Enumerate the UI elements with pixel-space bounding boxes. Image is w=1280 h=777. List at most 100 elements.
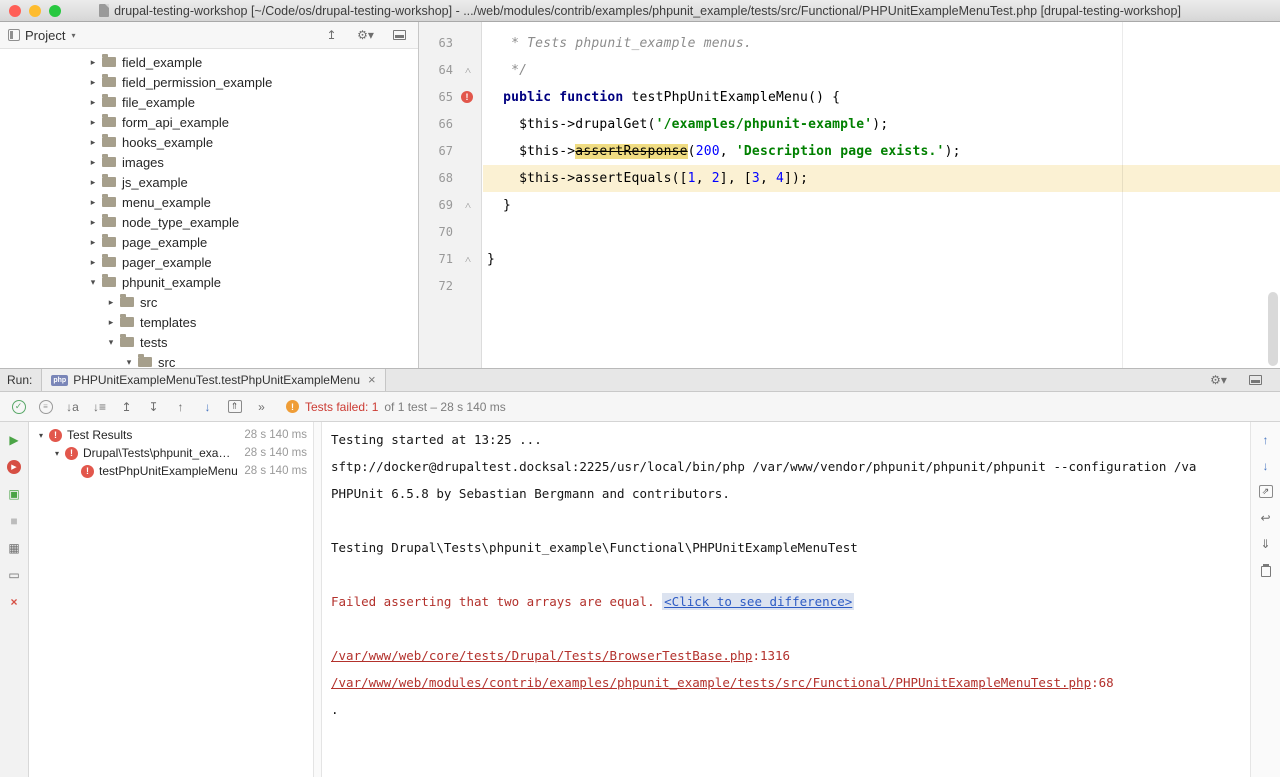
project-item-node-type-example[interactable]: ▸node_type_example: [0, 212, 418, 232]
editor-line-64[interactable]: 64˄ */: [419, 57, 1280, 84]
chevron-expanded-icon[interactable]: ▾: [86, 277, 100, 288]
editor-scrollbar-thumb[interactable]: [1268, 292, 1278, 366]
next-failed-test-button[interactable]: ↓: [197, 397, 218, 417]
folder-icon: [102, 57, 116, 67]
jump-to-source-button[interactable]: ⇗: [1257, 483, 1274, 500]
soft-wrap-button[interactable]: ↩: [1257, 509, 1274, 526]
editor-line-70[interactable]: 70: [419, 219, 1280, 246]
editor-line-65[interactable]: 65! public function testPhpUnitExampleMe…: [419, 84, 1280, 111]
test-node-drupal-tests-phpunit-example-functional-phpunitexamplemenutest[interactable]: ▾!Drupal\Tests\phpunit_example\Functiona…: [29, 444, 313, 462]
previous-failed-test-button[interactable]: ↑: [170, 397, 191, 417]
editor-line-67[interactable]: 67 $this->assertResponse(200, 'Descripti…: [419, 138, 1280, 165]
project-item-hooks-example[interactable]: ▸hooks_example: [0, 132, 418, 152]
editor-panel[interactable]: 63 * Tests phpunit_example menus.64˄ */6…: [419, 22, 1280, 368]
test-history-button[interactable]: ⇑: [224, 397, 245, 417]
hide-panel-button[interactable]: [389, 25, 410, 45]
collapse-all-button[interactable]: ↥: [321, 25, 342, 45]
project-view-selector[interactable]: Project ▾: [8, 28, 75, 43]
close-window-button[interactable]: [9, 5, 21, 17]
chevron-collapsed-icon[interactable]: ▸: [86, 57, 100, 68]
chevron-collapsed-icon[interactable]: ▸: [86, 97, 100, 108]
stop-button[interactable]: ■: [6, 512, 23, 529]
rerun-failed-tests-button[interactable]: ▶: [6, 458, 23, 475]
pin-tab-button[interactable]: ▭: [6, 566, 23, 583]
fold-marker-icon[interactable]: ˄: [465, 253, 471, 266]
clear-all-button[interactable]: [1257, 561, 1274, 578]
editor-line-71[interactable]: 71˄}: [419, 246, 1280, 273]
sort-by-duration-button[interactable]: ↓≡: [89, 397, 110, 417]
chevron-collapsed-icon[interactable]: ▸: [86, 157, 100, 168]
project-item-field-example[interactable]: ▸field_example: [0, 52, 418, 72]
chevron-expanded-icon[interactable]: ▾: [104, 337, 118, 348]
chevron-collapsed-icon[interactable]: ▸: [86, 197, 100, 208]
scroll-to-end-button[interactable]: ⇓: [1257, 535, 1274, 552]
settings-gear-button[interactable]: ⚙▾: [355, 25, 376, 45]
show-ignored-button[interactable]: ≡: [35, 397, 56, 417]
up-stack-trace-button[interactable]: ↑: [1257, 431, 1274, 448]
test-failed-gutter-icon[interactable]: !: [461, 91, 473, 103]
diff-link[interactable]: <Click to see difference>: [662, 593, 854, 610]
file-link[interactable]: /var/www/web/core/tests/Drupal/Tests/Bro…: [331, 648, 752, 663]
project-item-field-permission-example[interactable]: ▸field_permission_example: [0, 72, 418, 92]
down-stack-trace-button[interactable]: ↓: [1257, 457, 1274, 474]
settings-gear-button[interactable]: ⚙▾: [1208, 370, 1229, 390]
chevron-collapsed-icon[interactable]: ▸: [86, 77, 100, 88]
chevron-collapsed-icon[interactable]: ▸: [86, 117, 100, 128]
editor-scrollbar[interactable]: [1266, 22, 1280, 368]
project-item-phpunit-example[interactable]: ▾phpunit_example: [0, 272, 418, 292]
chevron-expanded-icon[interactable]: ▾: [35, 431, 47, 440]
editor-line-66[interactable]: 66 $this->drupalGet('/examples/phpunit-e…: [419, 111, 1280, 138]
editor-line-69[interactable]: 69˄ }: [419, 192, 1280, 219]
hide-passed-button[interactable]: ✓: [8, 397, 29, 417]
minimize-window-button[interactable]: [29, 5, 41, 17]
chevron-collapsed-icon[interactable]: ▸: [86, 257, 100, 268]
chevron-expanded-icon[interactable]: ▾: [51, 449, 63, 458]
chevron-collapsed-icon[interactable]: ▸: [86, 217, 100, 228]
console-text: :68: [1091, 675, 1114, 690]
chevron-collapsed-icon[interactable]: ▸: [104, 317, 118, 328]
project-panel: Project ▾ ↥ ⚙▾ ▸field_example▸field_permi…: [0, 22, 419, 368]
close-button[interactable]: ×: [6, 593, 23, 610]
file-link[interactable]: /var/www/web/modules/contrib/examples/ph…: [331, 675, 1091, 690]
sort-alphabetically-button[interactable]: ↓a: [62, 397, 83, 417]
close-tab-icon[interactable]: ×: [368, 375, 376, 385]
project-item-file-example[interactable]: ▸file_example: [0, 92, 418, 112]
fold-marker-icon[interactable]: ˄: [465, 64, 471, 77]
zoom-window-button[interactable]: [49, 5, 61, 17]
chevron-expanded-icon[interactable]: ▾: [122, 357, 136, 368]
rerun-button[interactable]: ▶: [6, 431, 23, 448]
project-item-form-api-example[interactable]: ▸form_api_example: [0, 112, 418, 132]
project-item-images[interactable]: ▸images: [0, 152, 418, 172]
run-tab[interactable]: php PHPUnitExampleMenuTest.testPhpUnitEx…: [41, 369, 385, 391]
hide-panel-button[interactable]: [1245, 370, 1266, 390]
toggle-auto-test-button[interactable]: ▣: [6, 485, 23, 502]
expand-all-button[interactable]: ↥: [116, 397, 137, 417]
restore-layout-button[interactable]: ▦: [6, 539, 23, 556]
tests-summary-text: of 1 test – 28 s 140 ms: [384, 400, 505, 414]
editor-line-63[interactable]: 63 * Tests phpunit_example menus.: [419, 30, 1280, 57]
fold-marker-icon[interactable]: ˄: [465, 199, 471, 212]
test-tree-scrollbar[interactable]: [313, 422, 322, 777]
collapse-all-button[interactable]: ↧: [143, 397, 164, 417]
chevron-collapsed-icon[interactable]: ▸: [86, 137, 100, 148]
more-actions-chevron[interactable]: »: [251, 397, 272, 417]
test-node-test-results[interactable]: ▾!Test Results28 s 140 ms: [29, 426, 313, 444]
chevron-collapsed-icon[interactable]: ▸: [104, 297, 118, 308]
project-item-templates[interactable]: ▸templates: [0, 312, 418, 332]
project-item-src[interactable]: ▾src: [0, 352, 418, 368]
chevron-collapsed-icon[interactable]: ▸: [86, 177, 100, 188]
project-item-menu-example[interactable]: ▸menu_example: [0, 192, 418, 212]
editor-line-68[interactable]: 68 $this->assertEquals([1, 2], [3, 4]);: [419, 165, 1280, 192]
project-item-src[interactable]: ▸src: [0, 292, 418, 312]
project-item-js-example[interactable]: ▸js_example: [0, 172, 418, 192]
console-text: .: [331, 702, 339, 717]
gutter-cell: 66: [419, 111, 483, 138]
chevron-collapsed-icon[interactable]: ▸: [86, 237, 100, 248]
project-item-tests[interactable]: ▾tests: [0, 332, 418, 352]
test-node-duration: 28 s 140 ms: [244, 465, 307, 477]
project-item-pager-example[interactable]: ▸pager_example: [0, 252, 418, 272]
console-output[interactable]: Testing started at 13:25 ...sftp://docke…: [322, 422, 1250, 777]
test-node-testphpunitexamplemenu[interactable]: !testPhpUnitExampleMenu28 s 140 ms: [29, 462, 313, 480]
editor-line-72[interactable]: 72: [419, 273, 1280, 300]
project-item-page-example[interactable]: ▸page_example: [0, 232, 418, 252]
